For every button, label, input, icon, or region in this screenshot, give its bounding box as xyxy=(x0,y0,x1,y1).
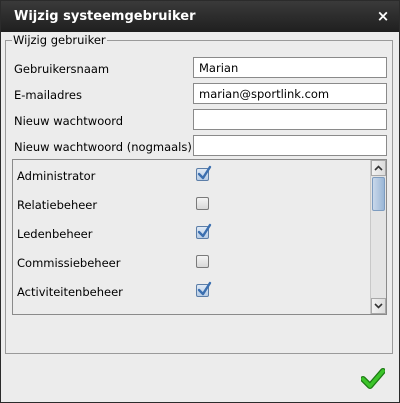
email-label: E-mailadres xyxy=(14,88,82,102)
list-item-ledenbeheer[interactable]: Ledenbeheer xyxy=(17,223,367,244)
username-label: Gebruikersnaam xyxy=(14,62,110,76)
scrollbar-thumb[interactable] xyxy=(372,177,385,211)
role-checkbox[interactable] xyxy=(196,281,212,297)
list-item-administrator[interactable]: Administrator xyxy=(17,165,367,186)
role-checkbox[interactable] xyxy=(196,255,209,268)
role-label: Relatiebeheer xyxy=(17,198,98,212)
role-label: Activiteitenbeheer xyxy=(17,285,123,299)
chevron-up-icon[interactable] xyxy=(371,160,386,176)
dialog-title: Wijzig systeemgebruiker xyxy=(14,9,196,24)
checkmark-icon xyxy=(360,368,386,389)
role-label: Commissiebeheer xyxy=(17,256,121,270)
edit-user-fieldset: Wijzig gebruiker Gebruikersnaam E-mailad… xyxy=(5,33,393,354)
edit-system-user-dialog: Wijzig systeemgebruiker × Wijzig gebruik… xyxy=(0,0,400,403)
role-label: Administrator xyxy=(17,169,96,183)
list-item-commissiebeheer[interactable]: Commissiebeheer xyxy=(17,253,367,273)
username-field[interactable] xyxy=(193,57,387,78)
role-checkbox[interactable] xyxy=(196,197,209,210)
roles-scrollbar[interactable] xyxy=(370,160,386,314)
list-item-activiteitenbeheer[interactable]: Activiteitenbeheer xyxy=(17,281,367,302)
repeat-password-field[interactable] xyxy=(193,135,387,156)
close-icon[interactable]: × xyxy=(375,7,391,25)
check-icon xyxy=(197,165,212,180)
role-checkbox[interactable] xyxy=(196,223,212,239)
repeat-password-label: Nieuw wachtwoord (nogmaals) xyxy=(14,140,192,154)
check-icon xyxy=(197,223,212,238)
check-icon xyxy=(197,281,212,296)
role-label: Ledenbeheer xyxy=(17,227,93,241)
role-checkbox[interactable] xyxy=(196,165,212,181)
dialog-titlebar[interactable]: Wijzig systeemgebruiker × xyxy=(1,1,399,32)
email-field[interactable] xyxy=(193,83,387,104)
new-password-label: Nieuw wachtwoord xyxy=(14,114,124,128)
new-password-field[interactable] xyxy=(193,109,387,130)
roles-list[interactable]: Administrator Relatiebeheer Ledenbeheer … xyxy=(12,159,387,315)
confirm-button[interactable] xyxy=(360,367,386,389)
chevron-down-icon[interactable] xyxy=(371,298,386,314)
fieldset-legend: Wijzig gebruiker xyxy=(12,33,107,47)
list-item-relatiebeheer[interactable]: Relatiebeheer xyxy=(17,195,367,215)
